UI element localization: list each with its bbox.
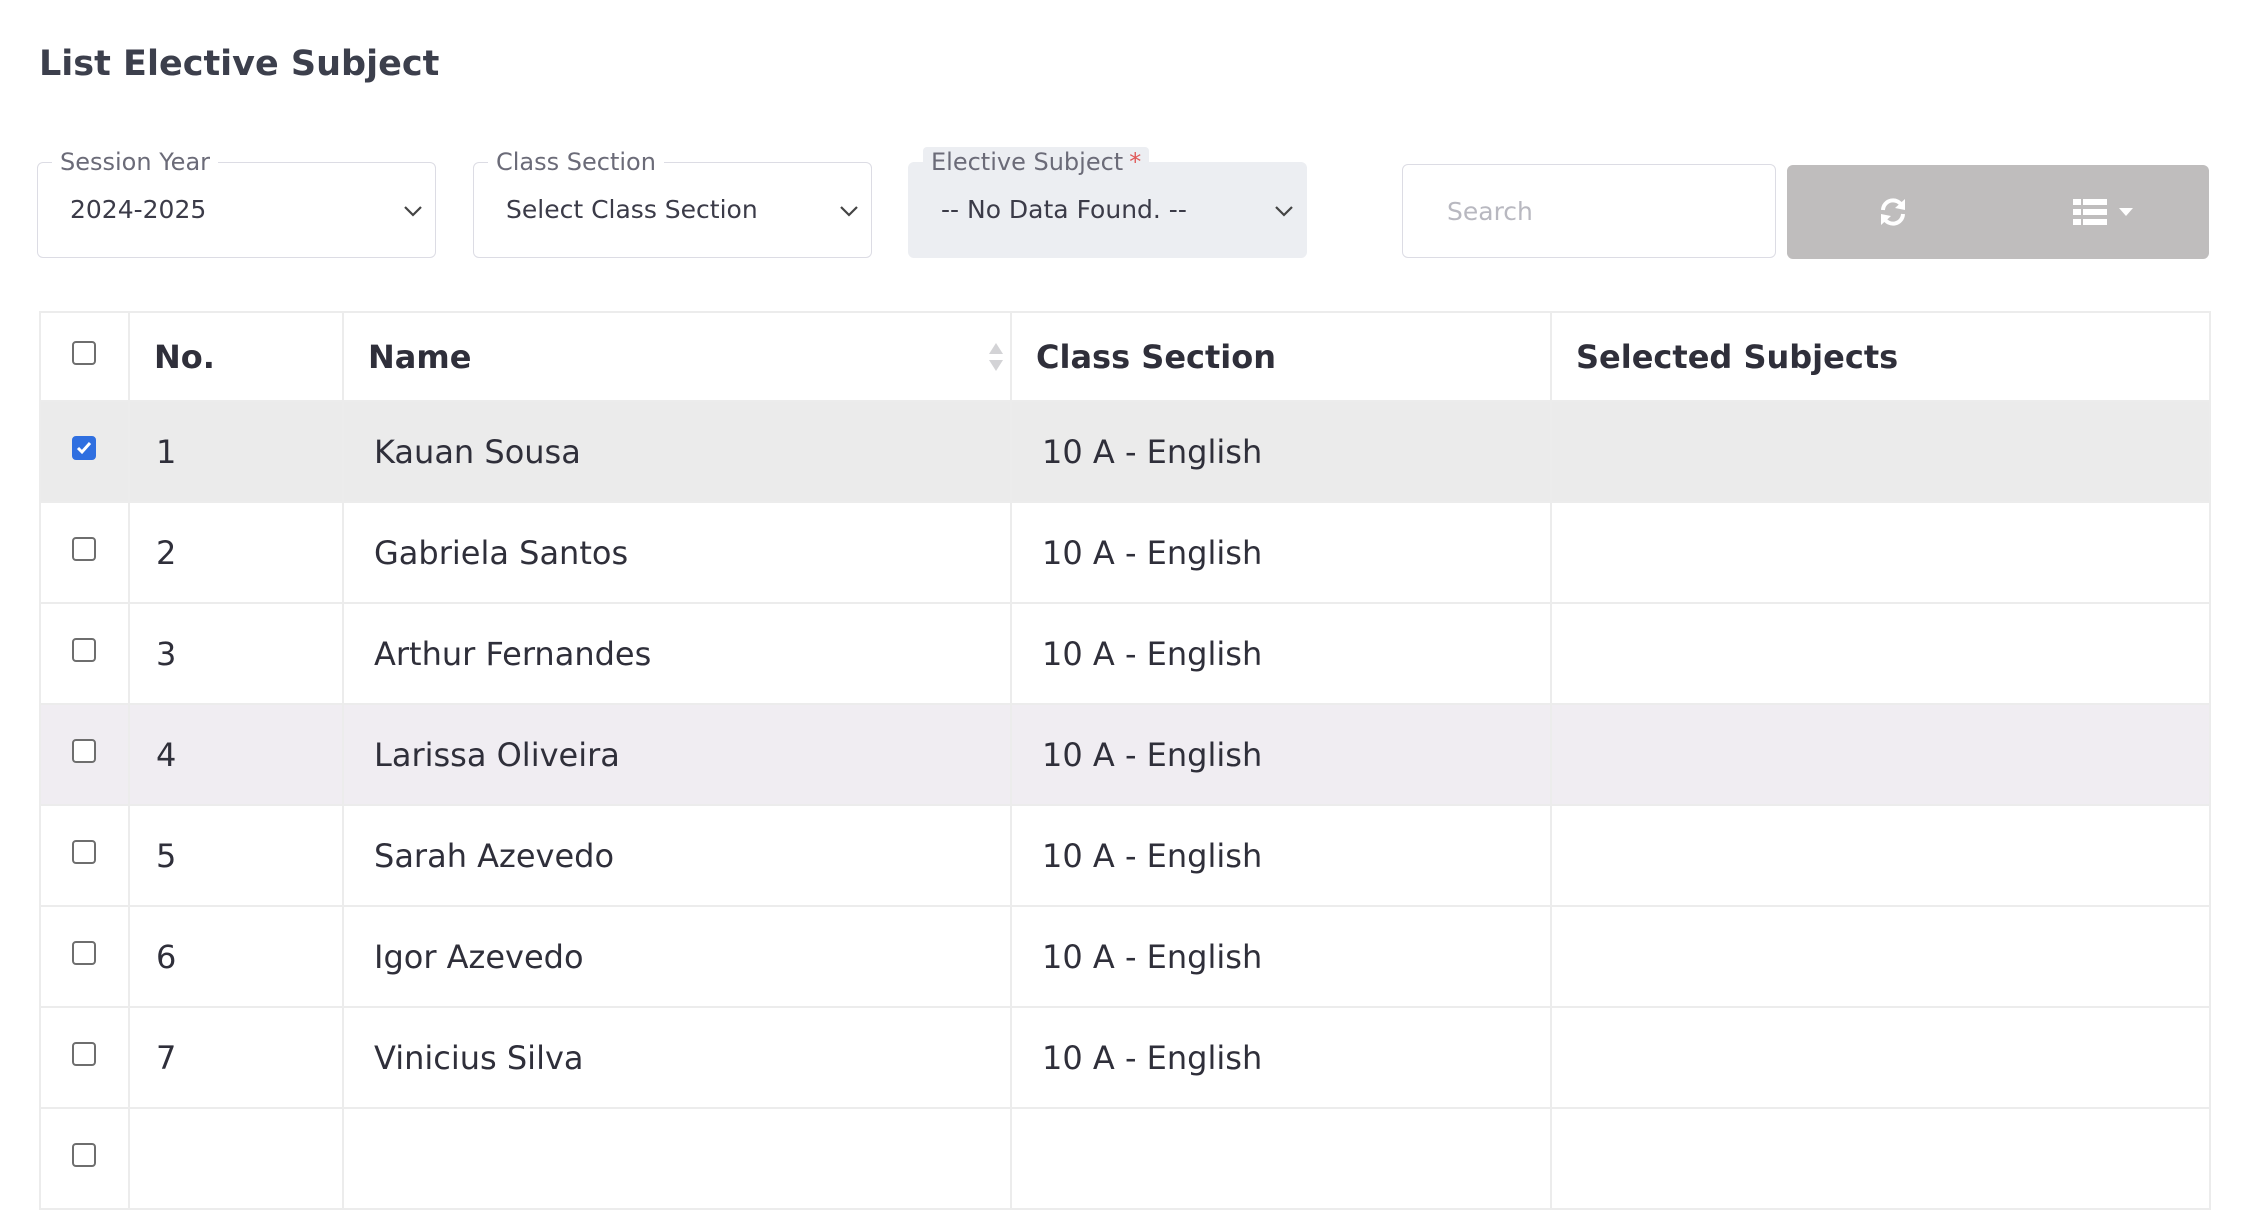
row-class-section: 10 A - English: [1010, 905, 1552, 1008]
class-section-label: Class Section: [488, 147, 664, 177]
row-selected-subjects: [1550, 400, 2211, 503]
row-checkbox-cell: [39, 1107, 130, 1210]
row-checkbox[interactable]: [72, 1142, 96, 1167]
toolbar-button-group: [1787, 165, 2209, 259]
elective-subject-label: Elective Subject *: [923, 147, 1150, 177]
header-class-section[interactable]: Class Section: [1010, 311, 1552, 402]
row-no: 2: [128, 501, 344, 604]
row-selected-subjects: [1550, 703, 2211, 806]
row-selected-subjects: [1550, 804, 2211, 907]
row-name: Vinicius Silva: [342, 1006, 1012, 1109]
table-row[interactable]: 7 Vinicius Silva 10 A - English: [39, 1006, 2211, 1109]
table-row[interactable]: 2 Gabriela Santos 10 A - English: [39, 501, 2211, 604]
caret-down-icon: [2118, 208, 2133, 216]
page-title: List Elective Subject: [39, 44, 440, 84]
row-class-section: 10 A - English: [1010, 602, 1552, 705]
header-selected-subjects[interactable]: Selected Subjects: [1550, 311, 2211, 402]
check-icon: [76, 441, 92, 454]
header-name[interactable]: Name: [342, 311, 1012, 402]
row-checkbox[interactable]: [72, 435, 96, 460]
row-checkbox-cell: [39, 905, 130, 1008]
row-class-section: [1010, 1107, 1552, 1210]
row-selected-subjects: [1550, 1107, 2211, 1210]
row-checkbox-cell: [39, 400, 130, 503]
required-star: *: [1129, 148, 1142, 176]
list-icon: [2072, 199, 2107, 225]
table-row[interactable]: 6 Igor Azevedo 10 A - English: [39, 905, 2211, 1008]
row-name: Gabriela Santos: [342, 501, 1012, 604]
row-checkbox[interactable]: [72, 536, 96, 561]
chevron-down-icon: [1275, 206, 1293, 217]
elective-subject-value: -- No Data Found. --: [941, 195, 1187, 224]
row-checkbox-cell: [39, 703, 130, 806]
row-class-section: 10 A - English: [1010, 703, 1552, 806]
row-class-section: 10 A - English: [1010, 501, 1552, 604]
row-checkbox[interactable]: [72, 1041, 96, 1066]
table-row[interactable]: 4 Larissa Oliveira 10 A - English: [39, 703, 2211, 806]
row-checkbox[interactable]: [72, 839, 96, 864]
select-all-checkbox[interactable]: [72, 340, 96, 365]
row-name: Igor Azevedo: [342, 905, 1012, 1008]
session-year-select[interactable]: Session Year 2024-2025: [37, 147, 436, 258]
header-checkbox-cell: [39, 311, 130, 402]
row-no: 4: [128, 703, 344, 806]
table-row[interactable]: [39, 1107, 2211, 1210]
search-input[interactable]: [1402, 164, 1776, 258]
row-selected-subjects: [1550, 905, 2211, 1008]
refresh-icon: [1880, 198, 1905, 226]
row-no: 3: [128, 602, 344, 705]
row-checkbox-cell: [39, 602, 130, 705]
table-row[interactable]: 5 Sarah Azevedo 10 A - English: [39, 804, 2211, 907]
row-selected-subjects: [1550, 1006, 2211, 1109]
elective-subject-select[interactable]: Elective Subject * -- No Data Found. --: [908, 147, 1307, 258]
row-name: Kauan Sousa: [342, 400, 1012, 503]
session-year-label: Session Year: [52, 147, 219, 177]
session-year-value: 2024-2025: [70, 195, 207, 224]
elective-subject-label-text: Elective Subject: [931, 148, 1124, 176]
chevron-down-icon: [840, 206, 858, 217]
refresh-button[interactable]: [1787, 165, 1998, 259]
row-checkbox[interactable]: [72, 738, 96, 763]
row-checkbox[interactable]: [72, 940, 96, 965]
table-header-row: No. Name Class Section Selected Subjects: [39, 311, 2211, 402]
table-row[interactable]: 3 Arthur Fernandes 10 A - English: [39, 602, 2211, 705]
row-selected-subjects: [1550, 501, 2211, 604]
columns-toggle-button[interactable]: [1998, 165, 2209, 259]
row-checkbox-cell: [39, 501, 130, 604]
row-checkbox-cell: [39, 804, 130, 907]
header-no[interactable]: No.: [128, 311, 344, 402]
row-no: [128, 1107, 344, 1210]
table-row[interactable]: 1 Kauan Sousa 10 A - English: [39, 400, 2211, 503]
row-class-section: 10 A - English: [1010, 400, 1552, 503]
students-table: No. Name Class Section Selected Subjects…: [39, 311, 2211, 1210]
sort-icon: [989, 343, 1003, 371]
header-name-label: Name: [368, 337, 472, 376]
class-section-select[interactable]: Class Section Select Class Section: [473, 147, 872, 258]
row-no: 1: [128, 400, 344, 503]
row-class-section: 10 A - English: [1010, 1006, 1552, 1109]
row-checkbox-cell: [39, 1006, 130, 1109]
row-selected-subjects: [1550, 602, 2211, 705]
row-no: 7: [128, 1006, 344, 1109]
class-section-value: Select Class Section: [506, 195, 758, 224]
row-class-section: 10 A - English: [1010, 804, 1552, 907]
chevron-down-icon: [404, 206, 422, 217]
row-checkbox[interactable]: [72, 637, 96, 662]
row-name: Arthur Fernandes: [342, 602, 1012, 705]
row-no: 6: [128, 905, 344, 1008]
row-no: 5: [128, 804, 344, 907]
row-name: [342, 1107, 1012, 1210]
row-name: Larissa Oliveira: [342, 703, 1012, 806]
row-name: Sarah Azevedo: [342, 804, 1012, 907]
